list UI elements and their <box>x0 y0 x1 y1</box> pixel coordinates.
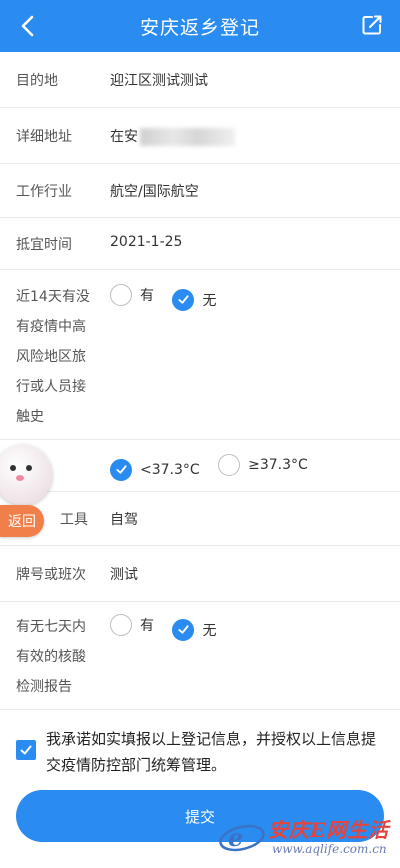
industry-row[interactable]: 工作行业 航空/国际航空 <box>0 164 400 218</box>
transport-value: 自驾 <box>110 512 138 528</box>
nucleic-options: 有 无 <box>110 614 230 641</box>
nucleic-label-line: 检测报告 <box>16 679 72 695</box>
plate-value: 测试 <box>110 567 138 583</box>
industry-value: 航空/国际航空 <box>110 184 199 200</box>
risk-label-line: 触史 <box>16 409 44 425</box>
plate-row[interactable]: 牌号或班次 测试 <box>0 546 400 602</box>
nucleic-label-line: 有无七天内 <box>16 619 86 635</box>
destination-label: 目的地 <box>16 73 58 89</box>
edit-icon <box>362 15 382 35</box>
promise-section: 我承诺如实填报以上登记信息，并授权以上信息提 交疫情防控部门统筹管理。 <box>16 726 388 778</box>
radio-unchecked-icon <box>218 454 241 476</box>
address-value: 在安 <box>110 129 138 145</box>
checkmark-icon <box>20 745 32 755</box>
risk-label: 近14天有没 有疫情中高 风险地区旅 行或人员接 触史 <box>16 282 90 432</box>
chevron-left-icon <box>21 15 34 37</box>
nucleic-label: 有无七天内 有效的核酸 检测报告 <box>16 612 86 702</box>
radio-checked-icon <box>110 458 132 481</box>
risk-row: 近14天有没 有疫情中高 风险地区旅 行或人员接 触史 有 无 <box>0 270 400 440</box>
risk-label-line: 行或人员接 <box>16 379 86 395</box>
radio-checked-icon <box>172 618 195 641</box>
watermark-url: www.aqlife.com.cn <box>272 842 387 856</box>
arrival-label: 抵宜时间 <box>16 237 72 253</box>
radio-unchecked-icon <box>110 284 132 306</box>
temperature-option-high[interactable]: ≥37.3°C <box>218 454 308 476</box>
mascot-nose <box>16 475 24 481</box>
site-watermark: e 安庆E网生活 www.aqlife.com.cn <box>216 812 396 862</box>
risk-label-line: 风险地区旅 <box>16 349 86 365</box>
return-button[interactable]: 返回 <box>0 505 44 537</box>
temperature-normal-label: <37.3°C <box>140 461 200 478</box>
address-row[interactable]: 详细地址 在安 <box>0 108 400 164</box>
risk-option-no[interactable]: 无 <box>172 288 217 311</box>
nucleic-option-no[interactable]: 无 <box>172 618 217 641</box>
watermark-logo-icon: e <box>219 823 265 852</box>
radio-unchecked-icon <box>110 614 132 636</box>
mascot-eye <box>10 465 16 471</box>
redacted-blur <box>140 128 235 146</box>
app-header: 安庆返乡登记 <box>0 0 400 52</box>
risk-option-yes-label: 有 <box>140 288 154 304</box>
arrival-row[interactable]: 抵宜时间 2021-1-25 <box>0 218 400 270</box>
risk-label-line: 近14天有没 <box>16 289 90 305</box>
promise-checkbox[interactable] <box>16 740 36 760</box>
nucleic-option-no-label: 无 <box>202 622 217 639</box>
destination-value: 迎江区测试测试 <box>110 73 208 89</box>
nucleic-option-yes[interactable]: 有 <box>110 614 154 636</box>
watermark-text: 安庆E网生活 <box>268 818 390 842</box>
edit-button[interactable] <box>360 13 386 39</box>
mascot-eye <box>26 465 32 471</box>
industry-label: 工作行业 <box>16 184 72 200</box>
temperature-row: 体温 <37.3°C ≥37.3°C <box>0 440 400 492</box>
promise-text: 我承诺如实填报以上登记信息，并授权以上信息提 交疫情防控部门统筹管理。 <box>46 726 376 778</box>
nucleic-label-line: 有效的核酸 <box>16 649 86 665</box>
arrival-value: 2021-1-25 <box>110 234 183 250</box>
page-title: 安庆返乡登记 <box>139 16 260 39</box>
address-label: 详细地址 <box>16 129 72 145</box>
risk-label-line: 有疫情中高 <box>16 319 86 335</box>
transport-row[interactable]: 工具 自驾 <box>0 492 400 546</box>
temperature-options: <37.3°C ≥37.3°C <box>110 454 322 481</box>
risk-option-no-label: 无 <box>202 292 217 309</box>
plate-label: 牌号或班次 <box>16 567 86 583</box>
address-value-wrap: 在安 <box>110 126 235 146</box>
risk-options: 有 无 <box>110 284 230 311</box>
temperature-option-normal[interactable]: <37.3°C <box>110 458 200 481</box>
risk-option-yes[interactable]: 有 <box>110 284 154 306</box>
nucleic-option-yes-label: 有 <box>140 618 154 634</box>
nucleic-row: 有无七天内 有效的核酸 检测报告 有 无 <box>0 602 400 710</box>
back-button[interactable] <box>14 12 42 40</box>
radio-checked-icon <box>172 288 195 311</box>
promise-text-line: 我承诺如实填报以上登记信息，并授权以上信息提 <box>46 730 377 748</box>
svg-text:e: e <box>228 823 243 852</box>
destination-row[interactable]: 目的地 迎江区测试测试 <box>0 52 400 108</box>
transport-label: 工具 <box>60 512 88 528</box>
promise-text-line: 交疫情防控部门统筹管理。 <box>46 756 227 774</box>
temperature-high-label: ≥37.3°C <box>248 457 308 473</box>
